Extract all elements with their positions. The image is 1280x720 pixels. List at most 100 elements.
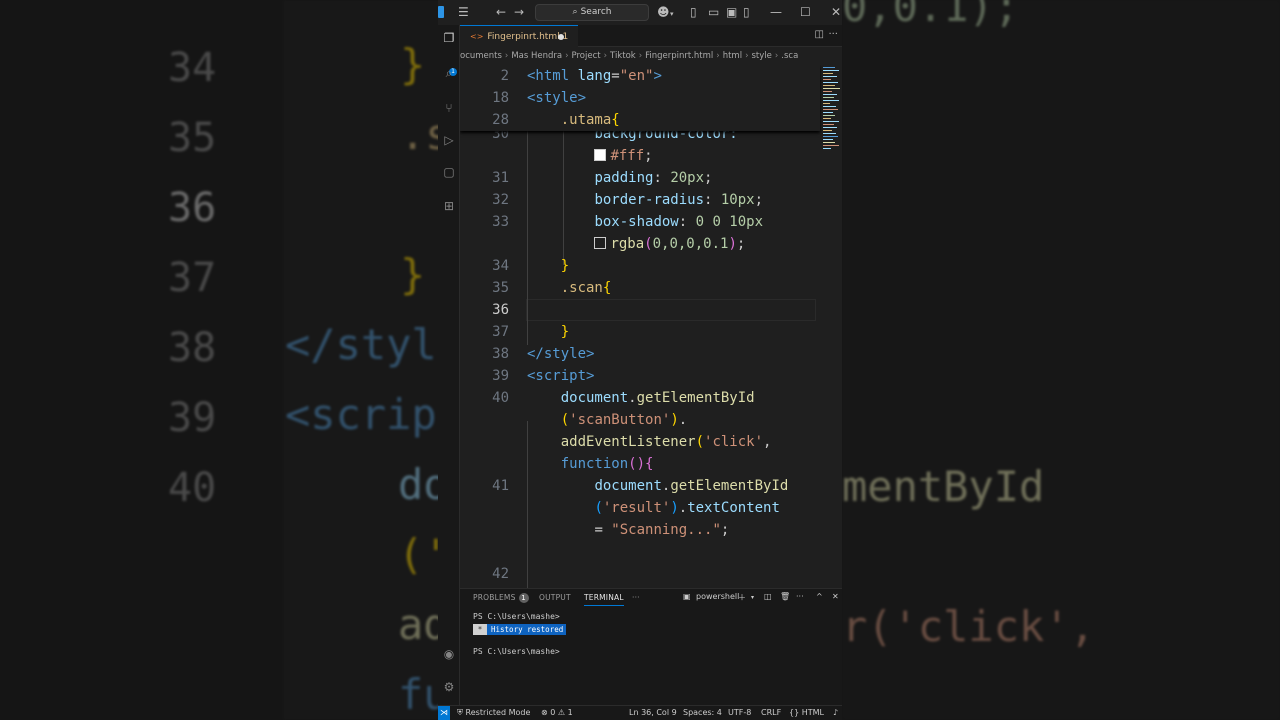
run-debug-icon[interactable]: ▷ (442, 133, 456, 147)
code-token: #fff (610, 148, 645, 164)
breadcrumb-item[interactable]: Project (572, 51, 601, 61)
tab-fingerpinrt-html[interactable]: <> Fingerpinrt.html 1 (460, 25, 578, 47)
code-token: ( (695, 434, 705, 450)
breadcrumb-item[interactable]: .sca (781, 51, 798, 61)
shell-name[interactable]: powershell (696, 592, 739, 601)
code-token: 'click' (704, 434, 764, 450)
cursor-position[interactable]: Ln 36, Col 9 (629, 706, 677, 720)
split-terminal-icon[interactable]: ◫ (764, 592, 772, 601)
search-icon[interactable]: ⌕ (442, 66, 456, 80)
code-line[interactable]: 33 box-shadow: 0 0 10px (460, 211, 820, 233)
breadcrumb-item[interactable]: Tiktok (610, 51, 636, 61)
code-line[interactable]: 36 (460, 299, 820, 321)
code-line[interactable]: 39 <script> (460, 365, 820, 387)
code-line[interactable]: ('result').textContent (460, 497, 820, 519)
code-token: .utama (560, 112, 612, 128)
terminal-prompt[interactable]: PS C:\Users\mashe> (473, 647, 560, 656)
remote-explorer-icon[interactable]: ▢ (442, 165, 456, 179)
maximize-panel-icon[interactable]: ^ (816, 592, 823, 601)
back-arrow-icon[interactable]: ← (496, 5, 506, 19)
layout-secondary-sidebar-icon[interactable]: ▯ (743, 5, 750, 19)
code-token: { (611, 112, 620, 128)
breadcrumb-item[interactable]: ocuments (460, 51, 502, 61)
tab-problems[interactable]: PROBLEMS 1 (473, 593, 529, 603)
restricted-mode[interactable]: ⛨ Restricted Mode (457, 706, 530, 720)
line-ending[interactable]: CRLF (761, 706, 781, 720)
account-icon[interactable]: ◉ (442, 647, 456, 661)
breadcrumb-item[interactable]: style (751, 51, 771, 61)
bg-code: 0,0.1); (842, 0, 1020, 31)
notifications-icon[interactable]: ♪ (833, 706, 838, 720)
breadcrumb-item[interactable]: Mas Hendra (511, 51, 562, 61)
code-line[interactable]: addEventListener('click', (460, 431, 820, 453)
code-token: 0 0 10px (695, 214, 764, 230)
minimap[interactable] (820, 65, 842, 588)
layout-sidebar-icon[interactable]: ▯ (690, 5, 697, 19)
code-line[interactable]: 34 } (460, 255, 820, 277)
chevron-down-icon[interactable]: ▾ (670, 7, 674, 21)
explorer-icon[interactable]: ❐ (442, 31, 456, 45)
menu-icon[interactable]: ☰ (458, 5, 469, 19)
code-line[interactable]: 18 <style> (460, 87, 820, 109)
code-line[interactable]: #fff; (460, 145, 820, 167)
command-search-box[interactable]: ⌕ Search (535, 4, 649, 21)
source-control-icon[interactable]: ⑂ (442, 101, 456, 115)
code-line[interactable]: 41 document.getElementById (460, 475, 820, 497)
line-number: 36 (492, 302, 509, 318)
code-line[interactable]: 31 padding: 20px; (460, 167, 820, 189)
extensions-icon[interactable]: ⊞ (442, 199, 456, 213)
layout-panel-icon[interactable]: ▭ (708, 5, 719, 19)
maximize-icon[interactable]: ☐ (800, 5, 811, 19)
breadcrumb-item[interactable]: html (723, 51, 742, 61)
code-text: function(){ (527, 453, 654, 475)
bg-code: docu (398, 460, 438, 509)
code-line[interactable]: 32 border-radius: 10px; (460, 189, 820, 211)
title-bar: ☰ ← → ⌕ Search ☻ ▾ ▯ ▭ ▣ ▯ — ☐ ✕ (438, 0, 842, 25)
code-line[interactable]: = "Scanning..."; (460, 519, 820, 541)
tab-output[interactable]: OUTPUT (539, 593, 571, 602)
problems-status[interactable]: ⊗ 0 ⚠ 1 (541, 706, 573, 720)
indentation[interactable]: Spaces: 4 (683, 706, 722, 720)
trash-icon[interactable]: 🗑 (780, 592, 790, 601)
more-actions-icon[interactable]: ··· (828, 29, 838, 40)
breadcrumb-item[interactable]: Fingerpinrt.html (645, 51, 713, 61)
minimize-icon[interactable]: — (770, 5, 782, 19)
code-line[interactable]: rgba(0,0,0,0.1); (460, 233, 820, 255)
encoding[interactable]: UTF-8 (728, 706, 751, 720)
breadcrumb-separator: › (774, 51, 779, 61)
bg-line-number: 34 (168, 45, 217, 91)
tab-terminal[interactable]: TERMINAL (584, 593, 624, 606)
more-actions-icon[interactable]: ··· (796, 592, 804, 601)
gear-icon[interactable]: ⚙ (442, 680, 456, 694)
code-line[interactable] (460, 541, 820, 563)
code-token: <html (527, 68, 578, 84)
code-line[interactable]: 2 <html lang="en"> (460, 65, 820, 87)
code-line[interactable]: 38 </style> (460, 343, 820, 365)
add-terminal-icon[interactable]: ＋ (738, 592, 746, 603)
close-window-icon[interactable]: ✕ (831, 5, 841, 19)
code-line[interactable]: function(){ (460, 453, 820, 475)
code-line[interactable]: ('scanButton'). (460, 409, 820, 431)
code-token: function (560, 456, 629, 472)
language-mode[interactable]: {} HTML (789, 706, 824, 720)
chevron-down-icon[interactable]: ▾ (751, 594, 754, 601)
close-panel-icon[interactable]: ✕ (832, 592, 839, 601)
split-editor-icon[interactable]: ◫ (815, 29, 824, 40)
sticky-scroll[interactable]: 2 <html lang="en"> 18 <style> 28 .utama{ (460, 65, 820, 131)
remote-icon[interactable]: ⋊ (438, 706, 450, 720)
code-token: } (560, 324, 570, 340)
unsaved-dot-icon[interactable] (558, 34, 564, 40)
copilot-icon[interactable]: ☻ (657, 5, 670, 19)
layout-editor-icon[interactable]: ▣ (726, 5, 737, 19)
code-token: .scan (560, 280, 603, 296)
code-line[interactable]: 40 document.getElementById (460, 387, 820, 409)
tab-more[interactable]: ··· (632, 593, 640, 602)
code-line[interactable]: 28 .utama{ (460, 109, 820, 131)
code-line[interactable]: 37 } (460, 321, 820, 343)
forward-arrow-icon[interactable]: → (514, 5, 524, 19)
code-line[interactable]: 35 .scan{ (460, 277, 820, 299)
code-editor[interactable]: 30 background-color: #fff; 31 padding: 20… (460, 65, 842, 588)
code-line[interactable]: 42 (460, 563, 820, 585)
bg-line-number: 38 (168, 325, 217, 371)
